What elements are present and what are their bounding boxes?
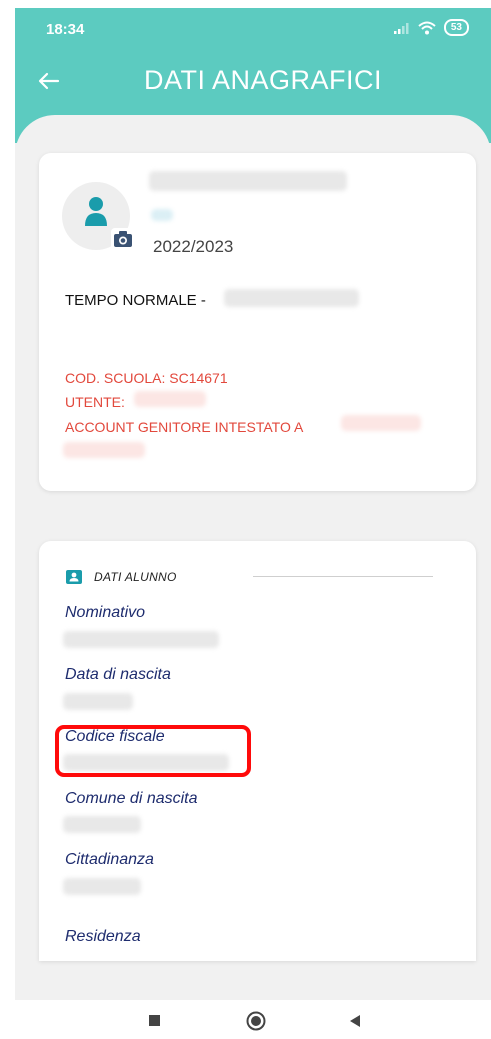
id-card-icon [66,570,82,584]
student-name-blurred [149,171,347,191]
highlight-box [55,725,251,777]
field-label-comune-nascita: Comune di nascita [65,790,198,807]
field-label-nominativo: Nominativo [65,604,146,621]
recents-button[interactable] [148,1014,162,1028]
field-label-cittadinanza: Cittadinanza [65,851,154,868]
change-photo-button[interactable] [111,228,135,250]
account-owner-blurred-2 [63,442,145,458]
battery-icon: 53 [443,19,469,36]
triangle-back-icon [350,1015,360,1027]
section-title: DATI ALUNNO [94,570,177,584]
profile-card [39,153,476,491]
back-nav-button[interactable] [348,1014,362,1028]
field-label-data-nascita: Data di nascita [65,666,171,683]
field-label-residenza: Residenza [65,928,141,945]
school-year: 2022/2023 [153,237,234,256]
home-button[interactable] [246,1011,266,1031]
wifi-icon [418,21,436,34]
square-icon [149,1015,160,1026]
field-value-nominativo-blurred [63,631,219,648]
account-owner-blurred [341,415,421,431]
system-nav-bar [0,1000,491,1039]
user-id-blurred [134,391,206,407]
phone-screen: 18:34 53 DATI ANAGRAFICI 2022/2023 TEMPO… [15,8,491,1000]
field-value-data-nascita-blurred [63,693,133,710]
school-code: COD. SCUOLA: SC14671 [65,370,228,386]
status-time: 18:34 [46,21,85,38]
section-divider [253,576,433,577]
section-header: DATI ALUNNO [66,570,177,584]
status-bar: 18:34 53 [15,8,491,48]
class-blurred [151,209,173,221]
class-time-label: TEMPO NORMALE - [65,292,206,309]
page-title: DATI ANAGRAFICI [143,65,383,95]
field-value-cittadinanza-blurred [63,878,141,895]
user-label: UTENTE: [65,394,125,410]
status-icons: 53 [393,19,469,36]
circle-icon [246,1011,266,1031]
camera-icon [114,231,132,247]
school-name-blurred [224,289,359,307]
signal-icon [393,22,409,34]
account-label: ACCOUNT GENITORE INTESTATO A [65,419,304,435]
field-value-comune-nascita-blurred [63,816,141,833]
